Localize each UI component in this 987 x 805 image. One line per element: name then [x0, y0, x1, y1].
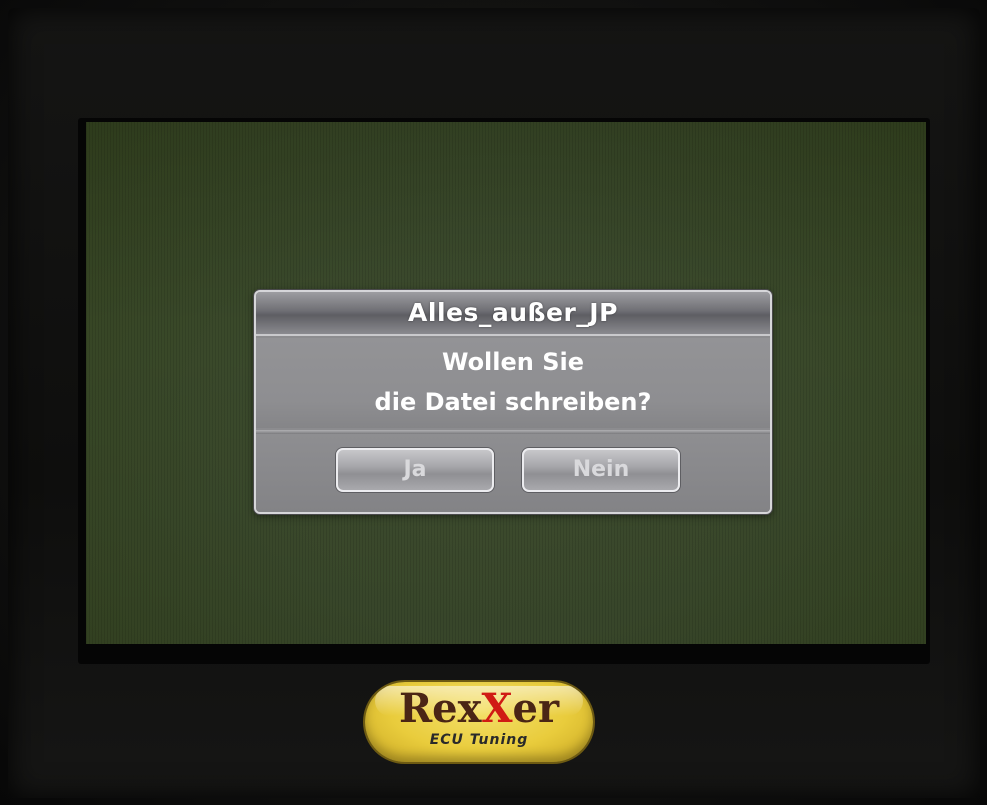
dialog-title: Alles_außer_JP	[256, 292, 770, 336]
yes-button[interactable]: Ja	[336, 448, 494, 492]
dialog-message: Wollen Sie die Datei schreiben?	[256, 338, 770, 428]
dialog-button-bar: Ja Nein	[256, 434, 770, 512]
confirm-dialog: Alles_außer_JP Wollen Sie die Datei schr…	[254, 290, 772, 514]
rexxer-logo-icon: RexXer ECU Tuning	[365, 682, 593, 762]
logo-wordmark-rex: Rex	[398, 685, 482, 732]
logo-wordmark-x: X	[481, 685, 513, 732]
no-button[interactable]: Nein	[522, 448, 680, 492]
logo-wordmark: RexXer	[365, 686, 593, 732]
dialog-message-line2: die Datei schreiben?	[374, 388, 652, 416]
dialog-message-line1: Wollen Sie	[441, 348, 585, 376]
logo-wordmark-er: er	[512, 685, 560, 732]
device-photo: Alles_außer_JP Wollen Sie die Datei schr…	[0, 0, 987, 805]
logo-tagline: ECU Tuning	[429, 732, 529, 748]
